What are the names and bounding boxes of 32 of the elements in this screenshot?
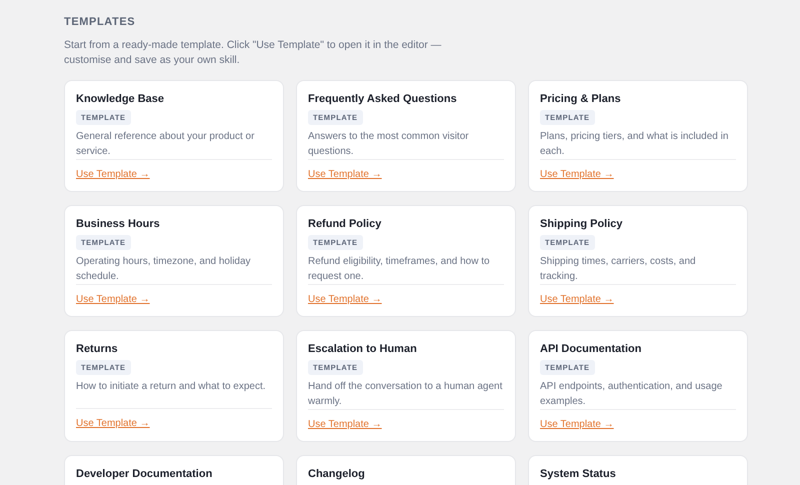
card-title: Knowledge Base (76, 93, 164, 105)
use-template-link[interactable]: Use Template → (540, 169, 614, 180)
use-template-link[interactable]: Use Template → (76, 294, 150, 305)
card-title: API Documentation (540, 343, 642, 355)
card-title: Refund Policy (308, 218, 382, 230)
use-template-link[interactable]: Use Template → (308, 169, 382, 180)
card-title: Developer Documentation (76, 468, 212, 480)
card-description: General reference about your product or service. (76, 130, 256, 158)
card-title: System Status (540, 468, 616, 480)
use-template-link[interactable]: Use Template → (76, 169, 150, 180)
use-template-link[interactable]: Use Template → (540, 294, 614, 305)
card-title: Returns (76, 343, 118, 355)
card-description: Shipping times, carriers, costs, and tracking. (540, 255, 697, 284)
card-description: How to initiate a return and what to expect. (76, 380, 266, 394)
use-template-link[interactable]: Use Template → (540, 419, 614, 430)
card-description: Plans, pricing tiers, and what is included in each. (540, 130, 730, 158)
section-description: Start from a ready-made template. Click "Use Template" to open it in the editor — customise and save as your own skill. (64, 38, 442, 68)
card-title: Pricing & Plans (540, 93, 621, 105)
card-description: Answers to the most common visitor questions. (308, 130, 470, 158)
card-description: API endpoints, authentication, and usage examples. (540, 380, 724, 408)
card-description: Hand off the conversation to a human agent warmly. (308, 380, 504, 408)
card-title: Frequently Asked Questions (308, 93, 457, 105)
use-template-link[interactable]: Use Template → (308, 419, 382, 430)
card-title: Escalation to Human (308, 343, 417, 355)
use-template-link[interactable]: Use Template → (76, 418, 150, 429)
card-description: Refund eligibility, timeframes, and how to request one. (308, 255, 491, 284)
card-title: Shipping Policy (540, 218, 623, 230)
card-title: Changelog (308, 468, 365, 480)
use-template-link[interactable]: Use Template → (308, 294, 382, 305)
section-title: TEMPLATES (64, 16, 136, 28)
card-title: Business Hours (76, 218, 160, 230)
card-description: Operating hours, timezone, and holiday schedule. (76, 255, 252, 284)
